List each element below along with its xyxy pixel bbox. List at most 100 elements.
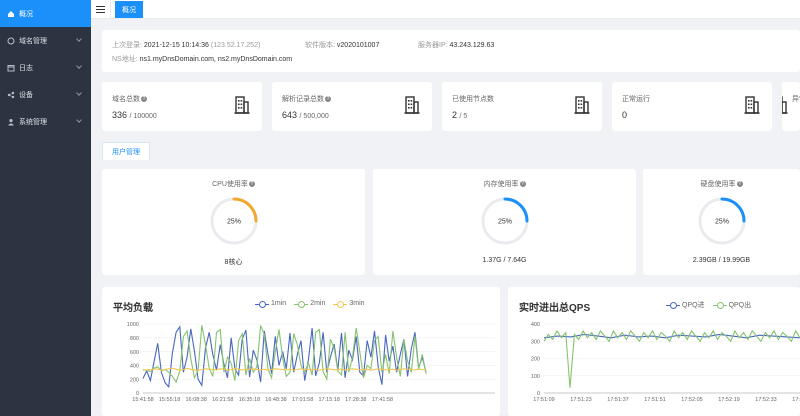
x-tick-label: 17:51:09 [533,397,554,403]
sidebar-item-label: 日志 [19,64,33,72]
building-icon [744,96,760,114]
version-info: 软件版本: v2020101007 [305,42,380,49]
help-icon[interactable]: ? [519,181,526,188]
x-tick-label: 16:08:38 [185,397,206,403]
y-tick-label: 600 [130,350,139,356]
series-line [142,325,427,389]
series-line [543,329,800,388]
y-tick-label: 200 [531,357,540,363]
gauge-ring: 25% [481,197,528,245]
x-tick-label: 16:48:38 [265,397,286,403]
y-tick-label: 400 [130,364,139,370]
gauge-percent: 25% [714,219,728,226]
chevron-down-icon [76,36,82,42]
x-tick-label: 15:41:58 [132,397,153,403]
x-tick-label: 16:35:18 [239,397,260,403]
x-tick-label: 17:51:23 [570,397,591,403]
sidebar-item-label: 概况 [19,10,33,18]
building-icon [234,96,250,114]
chevron-down-icon [76,117,82,123]
tab-user-management[interactable]: 用户管理 [102,142,150,160]
stat-card: 已使用节点数 2 / 5 [442,82,602,131]
sidebar: 概况 域名管理 日志 设备 系统管理 [0,0,91,416]
load-chart: 0200400600800100015:41:58 15:55:18 16:08:3… [127,322,495,403]
gauge-label: 内存使用率? [483,181,526,188]
x-tick-label: 17:52:05 [681,397,702,403]
series-line [142,325,427,384]
info-card: 上次登录: 2021-12-15 10:14:36 (123.52.17.252… [102,30,800,72]
gauge-label: CPU使用率? [212,181,255,188]
y-tick-label: 300 [531,339,540,345]
menu-toggle-button[interactable] [91,0,111,19]
home-icon [6,9,15,18]
gauge-value: 8核心 [224,259,243,266]
y-tick-label: 200 [130,377,139,383]
globe-icon [6,36,15,45]
gauge-value: 2.39GB / 19.99GB [692,257,751,264]
help-icon[interactable]: ? [325,96,331,103]
y-tick-label: 400 [531,322,540,328]
user-icon [6,117,15,126]
y-tick-label: 100 [531,374,540,380]
x-tick-label: 17:52:33 [755,397,776,403]
gauge-percent: 25% [497,219,511,226]
stat-value: 2 / 5 [452,110,468,120]
x-tick-label: 17:51:51 [644,397,665,403]
top-bar: 概况 [91,0,800,19]
ns-info: NS地址: ns1.myDnsDomain.com, ns2.myDnsDoma… [112,56,293,63]
chevron-down-icon [76,90,82,96]
stat-value: 643 / 500,000 [282,110,329,120]
gauge-ring: 25% [698,197,745,245]
x-tick-label: 17:52:19 [718,397,739,403]
x-tick-label: 17:52:47 [792,397,800,403]
building-icon [404,96,420,114]
x-tick-label: 15:55:18 [159,397,180,403]
gauge-value: 1.37G / 7.64G [482,257,527,264]
gauge-percent: 25% [226,219,240,226]
x-tick-label: 17:01:58 [292,397,313,403]
stat-card: 域名总数? 336 / 100000 [102,82,262,131]
sidebar-item-log[interactable]: 日志 [0,54,91,81]
x-tick-label: 17:41:58 [372,397,393,403]
server-ip-info: 服务器IP: 43.243.129.63 [418,42,495,49]
sidebar-item-label: 设备 [19,91,33,99]
sidebar-item-device[interactable]: 设备 [0,81,91,108]
stat-label: 域名总数? [112,96,147,103]
load-chart-card: 平均负载 1min 2min 3min 0 200 400 600 800 1000 15:41… [102,287,500,416]
gauge-card: 硬盘使用率? 25% 2.39GB / 19.99GB [643,169,800,275]
gauge-card: 内存使用率? 25% 1.37G / 7.64G [373,169,636,275]
gauge-ring: 25% [210,197,257,245]
stat-card: 正常运行 0 [612,82,772,131]
stat-card: 异常 [782,82,800,131]
y-tick-label: 800 [130,336,139,342]
tab-overview[interactable]: 概况 [115,1,143,18]
sidebar-item-domain[interactable]: 域名管理 [0,27,91,54]
building-icon [782,96,788,114]
building-icon [574,96,590,114]
x-tick-label: 17:28:38 [345,397,366,403]
gauge-label: 硬盘使用率? [700,181,743,188]
x-tick-label: 17:51:37 [607,397,628,403]
qps-chart-card: 实时进出总QPS QPQ进 QPQ出 0 100 200 300 400 17:51:09 1… [508,287,800,416]
calendar-icon [6,63,15,72]
stat-label: 解析记录总数? [282,96,331,103]
sidebar-item-overview[interactable]: 概况 [0,0,91,27]
help-icon[interactable]: ? [248,181,255,188]
x-tick-label: 16:21:58 [212,397,233,403]
sidebar-item-label: 域名管理 [19,37,47,45]
stat-value: 336 / 100000 [112,110,157,120]
stat-label: 正常运行 [622,96,650,103]
stat-label: 已使用节点数 [452,96,494,103]
stat-value: 0 [622,110,628,120]
stat-card: 解析记录总数? 643 / 500,000 [272,82,432,131]
sidebar-item-system[interactable]: 系统管理 [0,108,91,135]
x-tick-label: 17:15:18 [318,397,339,403]
share-icon [6,90,15,99]
gauge-card: CPU使用率? 25% 8核心 [102,169,365,275]
qps-chart: 010020030040017:51:09 17:51:23 17:51:37 17:… [531,322,800,403]
help-icon[interactable]: ? [141,96,147,103]
help-icon[interactable]: ? [736,181,743,188]
chevron-down-icon [76,63,82,69]
sidebar-item-label: 系统管理 [19,118,47,126]
y-tick-label: 1000 [127,322,139,328]
